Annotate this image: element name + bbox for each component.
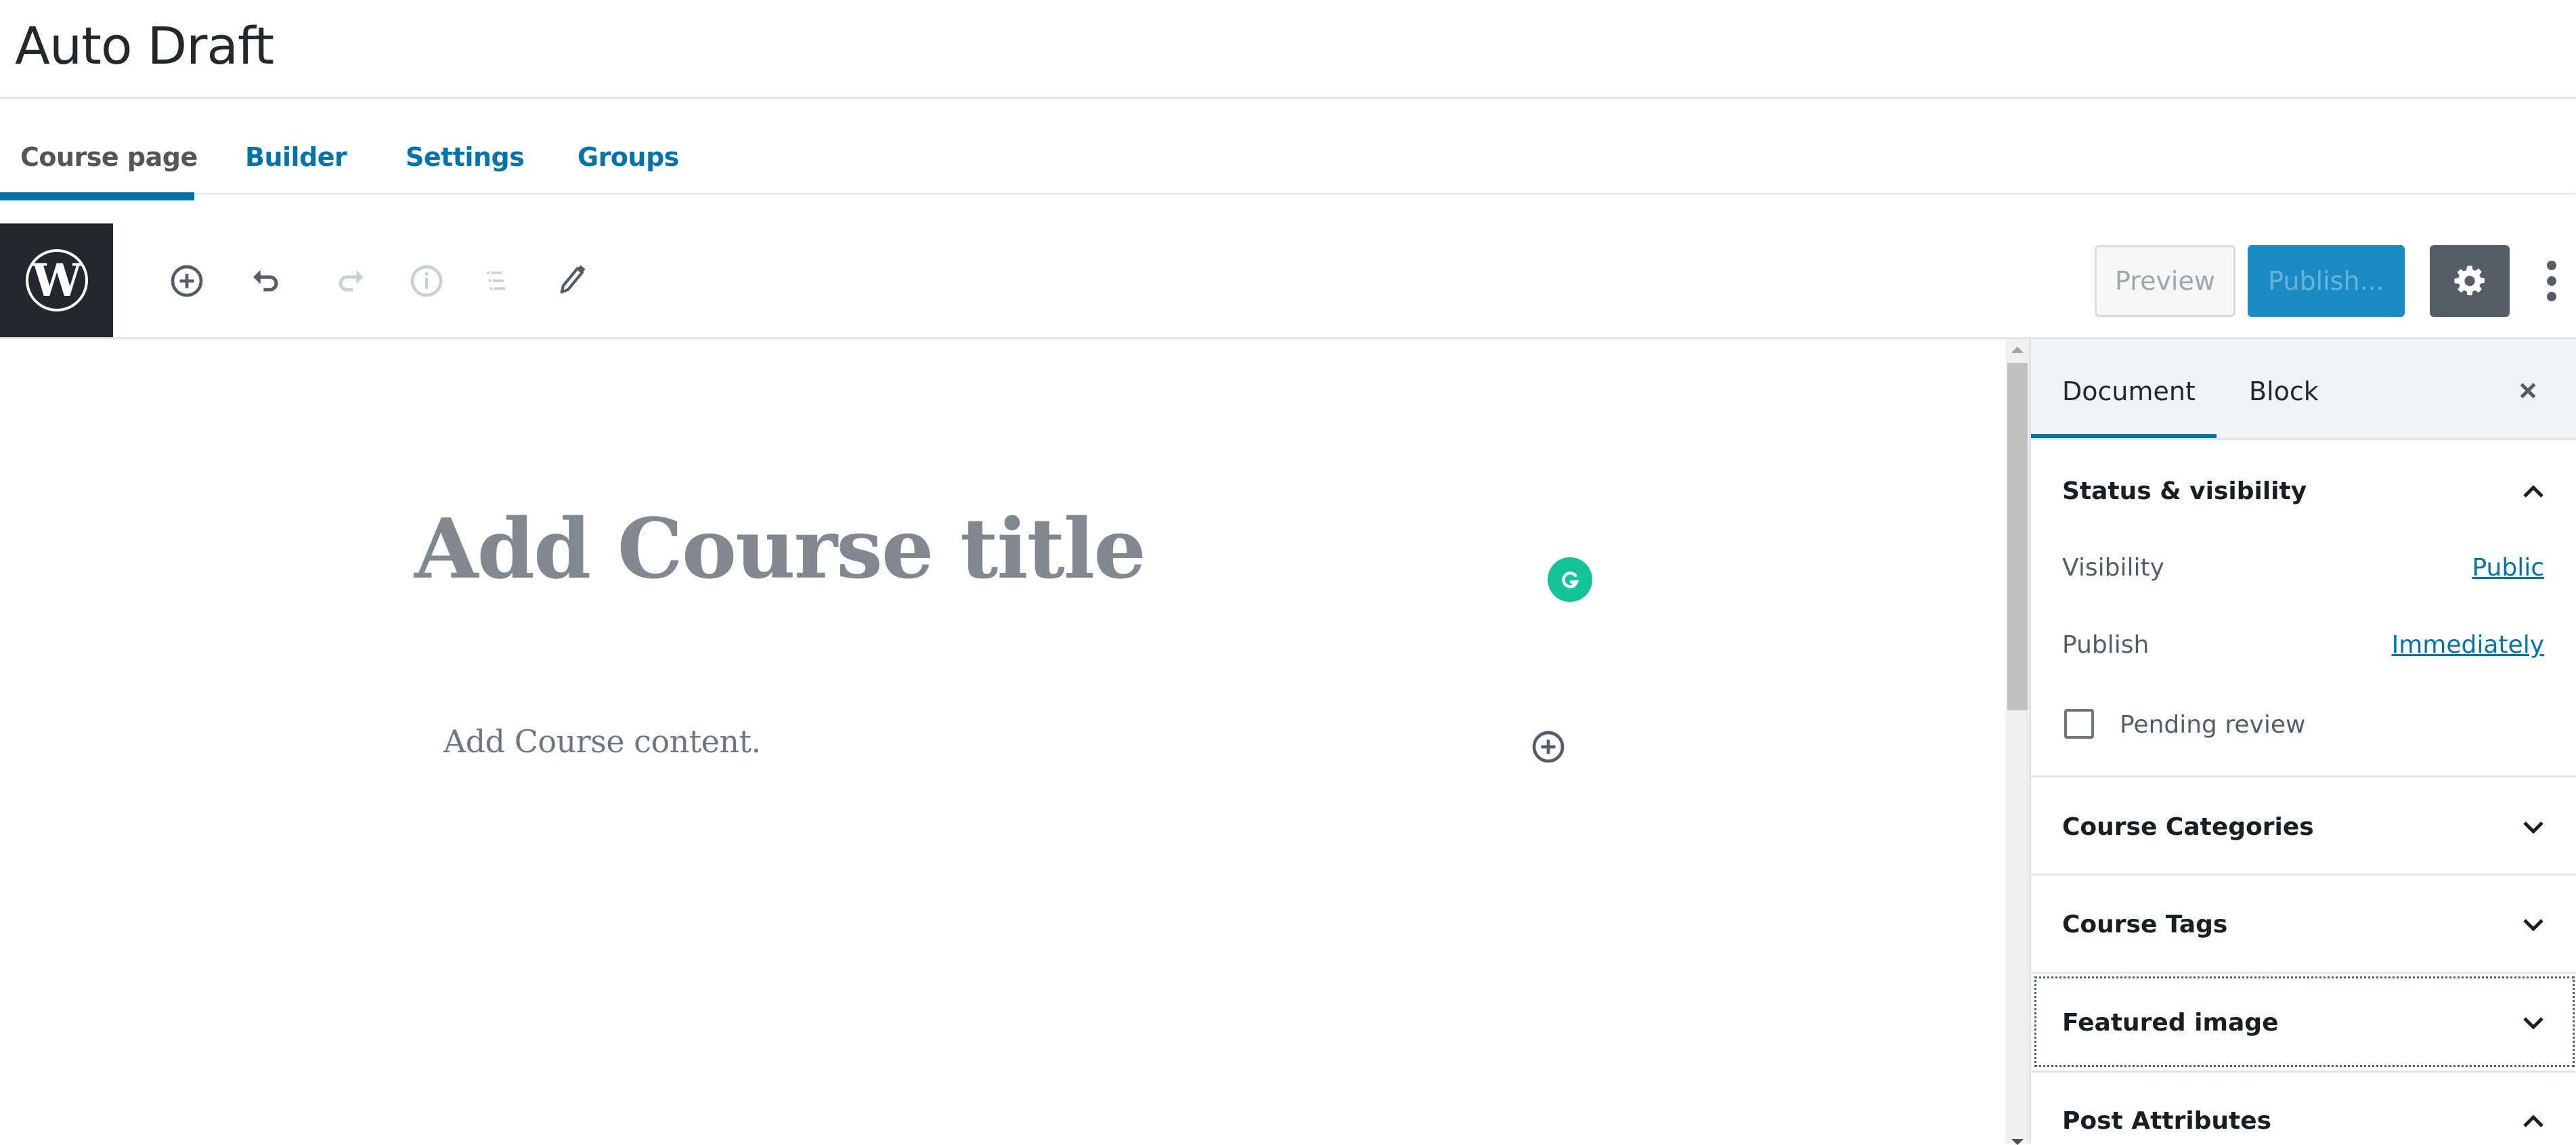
header-divider [0, 97, 2576, 99]
visibility-link[interactable]: Public [2472, 552, 2544, 584]
info-icon [410, 265, 443, 297]
scroll-up-arrow-icon[interactable] [2011, 347, 2024, 353]
tabs-divider [194, 193, 2576, 194]
page-title: Auto Draft [15, 16, 274, 76]
editor-canvas [0, 339, 2006, 1144]
undo-button[interactable] [246, 261, 287, 301]
scrollbar-thumb[interactable] [2007, 363, 2028, 710]
chevron-down-icon[interactable] [2520, 814, 2547, 841]
wordpress-logo-icon: W [25, 249, 88, 311]
add-block-icon [171, 265, 203, 297]
post-title-input[interactable]: Add Course title [414, 498, 1146, 599]
publish-label: Publish [2062, 631, 2149, 659]
sidebar-tab-document[interactable]: Document [2062, 374, 2196, 408]
chevron-down-icon[interactable] [2520, 911, 2547, 938]
redo-button [330, 261, 370, 301]
visibility-label: Visibility [2062, 554, 2164, 582]
vertical-ellipsis-icon [2547, 261, 2556, 270]
settings-button[interactable] [2430, 245, 2510, 317]
panel-post-attributes-toggle[interactable]: Post Attributes [2062, 1105, 2271, 1138]
panel-divider [2031, 972, 2576, 974]
block-navigation-button [479, 261, 520, 301]
panel-course-categories-toggle[interactable]: Course Categories [2062, 811, 2314, 844]
more-menu-button[interactable] [2535, 252, 2569, 310]
add-block-icon [1532, 731, 1565, 763]
gear-icon [2454, 265, 2485, 296]
close-sidebar-button[interactable] [2514, 376, 2542, 405]
close-icon [2520, 383, 2536, 399]
tab-settings[interactable]: Settings [406, 138, 525, 176]
chevron-up-icon[interactable] [2520, 478, 2547, 505]
panel-featured-image-toggle[interactable]: Featured image [2062, 1007, 2278, 1039]
publish-button[interactable]: Publish... [2248, 245, 2405, 317]
pending-review-label[interactable]: Pending review [2120, 709, 2305, 741]
redo-icon [339, 269, 364, 292]
undo-icon [253, 269, 278, 292]
panel-status-visibility-toggle[interactable]: Status & visibility [2062, 475, 2307, 508]
panel-divider [2031, 1071, 2576, 1073]
wordpress-logo-button[interactable]: W [0, 223, 113, 337]
add-block-button[interactable] [167, 261, 207, 301]
svg-text:W: W [30, 254, 82, 307]
panel-divider [2031, 873, 2576, 876]
panel-divider [2031, 775, 2576, 777]
tab-course-page[interactable]: Course page [20, 138, 198, 176]
edit-mode-button[interactable] [552, 261, 593, 301]
panel-course-tags-toggle[interactable]: Course Tags [2062, 909, 2227, 941]
chevron-up-icon[interactable] [2520, 1108, 2547, 1135]
grammarly-button[interactable] [1548, 557, 1592, 602]
block-navigation-icon [487, 272, 506, 290]
pending-review-checkbox[interactable] [2064, 709, 2094, 739]
sidebar-tab-block[interactable]: Block [2249, 374, 2319, 408]
pencil-icon [560, 265, 586, 294]
chevron-down-icon[interactable] [2520, 1010, 2547, 1037]
scroll-down-arrow-icon[interactable] [2011, 1139, 2024, 1145]
preview-button[interactable]: Preview [2095, 245, 2235, 317]
tab-builder[interactable]: Builder [245, 138, 347, 176]
grammarly-icon [1562, 571, 1579, 588]
active-tab-indicator [0, 192, 194, 200]
content-info-button [406, 261, 447, 301]
tab-groups[interactable]: Groups [577, 138, 679, 176]
post-content-input[interactable]: Add Course content. [443, 721, 761, 762]
inline-add-block-button[interactable] [1529, 727, 1568, 766]
sidebar-header-divider [2031, 438, 2576, 440]
publish-date-link[interactable]: Immediately [2392, 629, 2544, 662]
